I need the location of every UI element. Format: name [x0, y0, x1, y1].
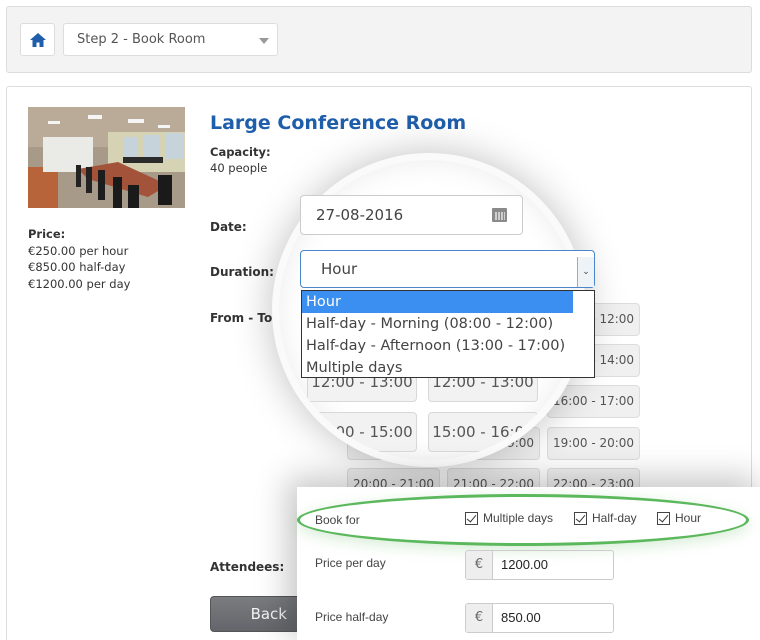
time-slot[interactable]: 14:00 - 15:00 [307, 412, 417, 452]
duration-option-half-day-morning[interactable]: Half-day - Morning (08:00 - 12:00) [302, 313, 594, 335]
chevron-down-icon[interactable]: ⌄ [577, 257, 594, 287]
price-block: Price: €250.00 per hour €850.00 half-day… [28, 226, 130, 292]
date-value: 27-08-2016 [316, 206, 404, 224]
duration-option-hour[interactable]: Hour [302, 291, 573, 313]
price-half-day: €850.00 half-day [28, 260, 126, 274]
duration-option-half-day-afternoon[interactable]: Half-day - Afternoon (13:00 - 17:00) [302, 335, 594, 357]
checkbox-checked-icon[interactable] [574, 511, 587, 525]
duration-value: Hour [321, 260, 358, 278]
price-per-day-input[interactable]: € 1200.00 [465, 550, 614, 580]
capacity-value: 40 people [210, 161, 268, 175]
duration-select[interactable]: Hour ⌄ [300, 250, 595, 288]
price-per-day-label: Price per day [315, 556, 386, 570]
caret-down-icon [259, 38, 269, 44]
step-select[interactable]: Step 2 - Book Room [63, 23, 278, 56]
back-button[interactable]: Back [210, 596, 310, 632]
checkbox-multiple-days[interactable]: Multiple days [465, 511, 553, 525]
capacity-label: Capacity: [210, 145, 271, 159]
room-title: Large Conference Room [210, 112, 467, 134]
checkbox-checked-icon[interactable] [465, 511, 478, 525]
checkbox-half-day[interactable]: Half-day [574, 511, 637, 525]
attendees-label: Attendees: [210, 560, 285, 574]
price-half-day-label: Price half-day [315, 610, 389, 624]
date-label: Date: [210, 220, 247, 234]
duration-option-multiple-days[interactable]: Multiple days [302, 357, 594, 379]
room-photo [28, 107, 185, 208]
duration-label: Duration: [210, 265, 274, 279]
price-per-day: €1200.00 per day [28, 276, 131, 291]
euro-icon: € [466, 604, 493, 632]
price-half-day-value[interactable]: 850.00 [493, 604, 613, 632]
price-per-hour: €250.00 per hour [28, 243, 129, 258]
time-slot[interactable]: 15:00 - 16:00 [428, 412, 538, 452]
price-per-day-value[interactable]: 1200.00 [493, 551, 613, 579]
from-to-label: From - To: [210, 311, 278, 325]
euro-icon: € [466, 551, 493, 579]
price-label: Price: [28, 227, 66, 241]
checkbox-hour[interactable]: Hour [657, 511, 701, 525]
home-icon [29, 32, 46, 47]
calendar-icon[interactable] [492, 208, 507, 222]
step-select-value: Step 2 - Book Room [77, 32, 206, 47]
date-input[interactable]: 27-08-2016 [300, 195, 523, 235]
duration-dropdown: Hour Half-day - Morning (08:00 - 12:00) … [301, 290, 595, 378]
price-half-day-input[interactable]: € 850.00 [465, 603, 614, 633]
book-for-label: Book for [315, 513, 360, 527]
home-button[interactable] [20, 23, 55, 56]
checkbox-checked-icon[interactable] [657, 511, 670, 525]
